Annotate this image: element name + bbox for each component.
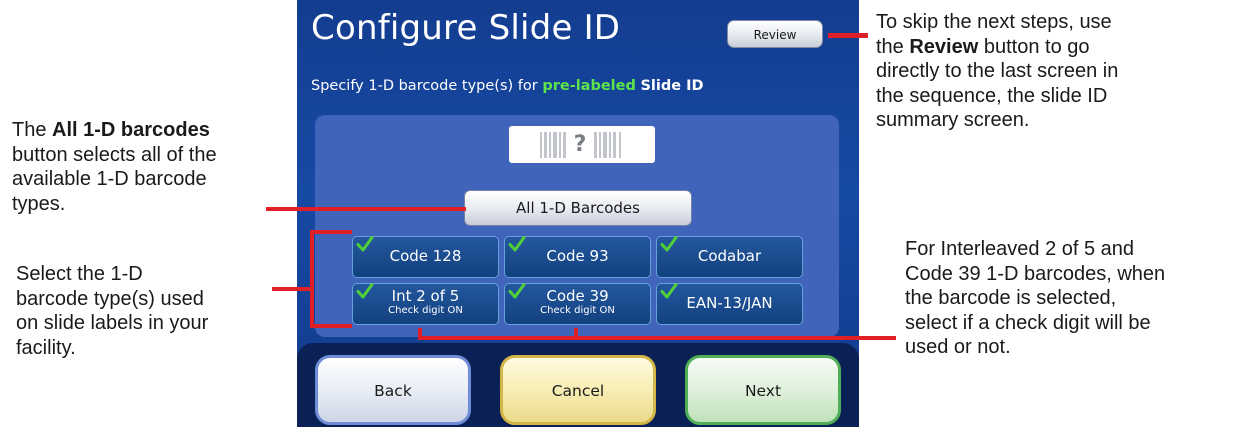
review-callout-line: the Review button to go — [876, 35, 1118, 60]
select-types-bracket — [310, 230, 314, 328]
barcode-type-ean-13-jan[interactable]: EAN-13/JAN — [656, 283, 803, 325]
next-button[interactable]: Next — [685, 355, 841, 425]
barcode-type-label: Codabar — [697, 247, 762, 265]
barcode-question-mark: ? — [568, 131, 592, 158]
instruction-suffix: Slide ID — [640, 78, 704, 94]
check-digit-status: Check digit ON — [388, 305, 463, 316]
review-callout-part: button to go — [978, 35, 1090, 58]
review-callout-line: To skip the next steps, use — [876, 11, 1112, 33]
barcode-type-label: Code 39 — [546, 287, 609, 305]
barcode-type-code-128[interactable]: Code 128 — [352, 236, 499, 278]
all-barcodes-callout-part: The — [12, 119, 53, 141]
check-icon — [356, 283, 374, 299]
review-callout-line: the sequence, the slide ID — [876, 84, 1108, 107]
check-icon — [660, 236, 678, 252]
barcode-type-codabar[interactable]: Codabar — [656, 236, 803, 278]
select-types-bracket — [310, 324, 352, 328]
instruction-prefix: Specify 1-D barcode type(s) for — [311, 78, 543, 94]
back-button[interactable]: Back — [315, 355, 471, 425]
configure-slide-id-screen: Configure Slide ID Review Specify 1-D ba… — [297, 0, 859, 427]
instruction-text: Specify 1-D barcode type(s) for pre-labe… — [311, 78, 704, 94]
all-barcodes-callout-text: The All 1-D barcodes button selects all … — [12, 118, 217, 216]
select-types-callout-line: facility. — [16, 336, 76, 359]
barcode-type-code-39[interactable]: Code 39 Check digit ON — [504, 283, 651, 325]
check-digit-callout-line — [418, 336, 896, 340]
check-digit-status: Check digit ON — [540, 305, 615, 316]
check-digit-callout-line: Code 39 1-D barcodes, when — [905, 262, 1166, 285]
all-barcodes-callout-line — [266, 207, 466, 211]
select-types-callout-line: on slide labels in your — [16, 312, 209, 334]
check-digit-callout-line: used or not. — [905, 336, 1011, 358]
select-types-callout-line — [272, 287, 312, 291]
all-barcodes-callout-bold: All 1-D barcodes — [52, 119, 210, 141]
select-types-bracket — [310, 230, 352, 234]
check-digit-callout-line: For Interleaved 2 of 5 and — [905, 238, 1135, 260]
all-barcodes-callout-line: available 1-D barcode — [12, 168, 207, 190]
barcode-type-label: Int 2 of 5 — [391, 287, 460, 305]
review-button[interactable]: Review — [727, 20, 823, 48]
check-icon — [508, 236, 526, 252]
all-barcodes-button[interactable]: All 1-D Barcodes — [464, 190, 692, 226]
barcode-type-panel: ? All 1-D Barcodes Code 128 Code 93 Coda… — [315, 115, 839, 337]
select-types-callout-line: Select the 1-D — [16, 263, 143, 285]
barcode-type-label: EAN-13/JAN — [686, 294, 773, 312]
check-digit-callout-line: select if a check digit will be — [905, 311, 1151, 334]
select-types-callout-line: barcode type(s) used — [16, 287, 204, 310]
review-callout-line: directly to the last screen in — [876, 60, 1119, 82]
check-digit-callout-text: For Interleaved 2 of 5 and Code 39 1-D b… — [905, 237, 1165, 360]
check-icon — [508, 283, 526, 299]
review-callout-text: To skip the next steps, use the Review b… — [876, 10, 1118, 133]
review-callout-part: the — [876, 35, 910, 58]
all-barcodes-callout-line: types. — [12, 192, 66, 215]
cancel-button[interactable]: Cancel — [500, 355, 656, 425]
navigation-bar: Back Cancel Next — [297, 343, 859, 427]
review-callout-bold: Review — [909, 35, 979, 58]
page-title: Configure Slide ID — [311, 8, 621, 48]
check-icon — [660, 283, 678, 299]
barcode-icon: ? — [509, 126, 655, 163]
barcode-bars: ? — [540, 131, 624, 158]
check-digit-callout-line: the barcode is selected, — [905, 287, 1117, 309]
check-icon — [356, 236, 374, 252]
barcode-type-int-2-of-5[interactable]: Int 2 of 5 Check digit ON — [352, 283, 499, 325]
select-types-callout-text: Select the 1-D barcode type(s) used on s… — [16, 262, 208, 360]
barcode-type-label: Code 128 — [389, 247, 462, 265]
review-callout-line: summary screen. — [876, 109, 1030, 131]
instruction-highlight: pre-labeled — [542, 78, 636, 94]
all-barcodes-callout-line: The All 1-D barcodes — [12, 118, 217, 143]
all-barcodes-callout-line: button selects all of the — [12, 143, 217, 166]
barcode-type-code-93[interactable]: Code 93 — [504, 236, 651, 278]
review-callout-line — [828, 33, 868, 38]
barcode-type-label: Code 93 — [546, 247, 609, 265]
